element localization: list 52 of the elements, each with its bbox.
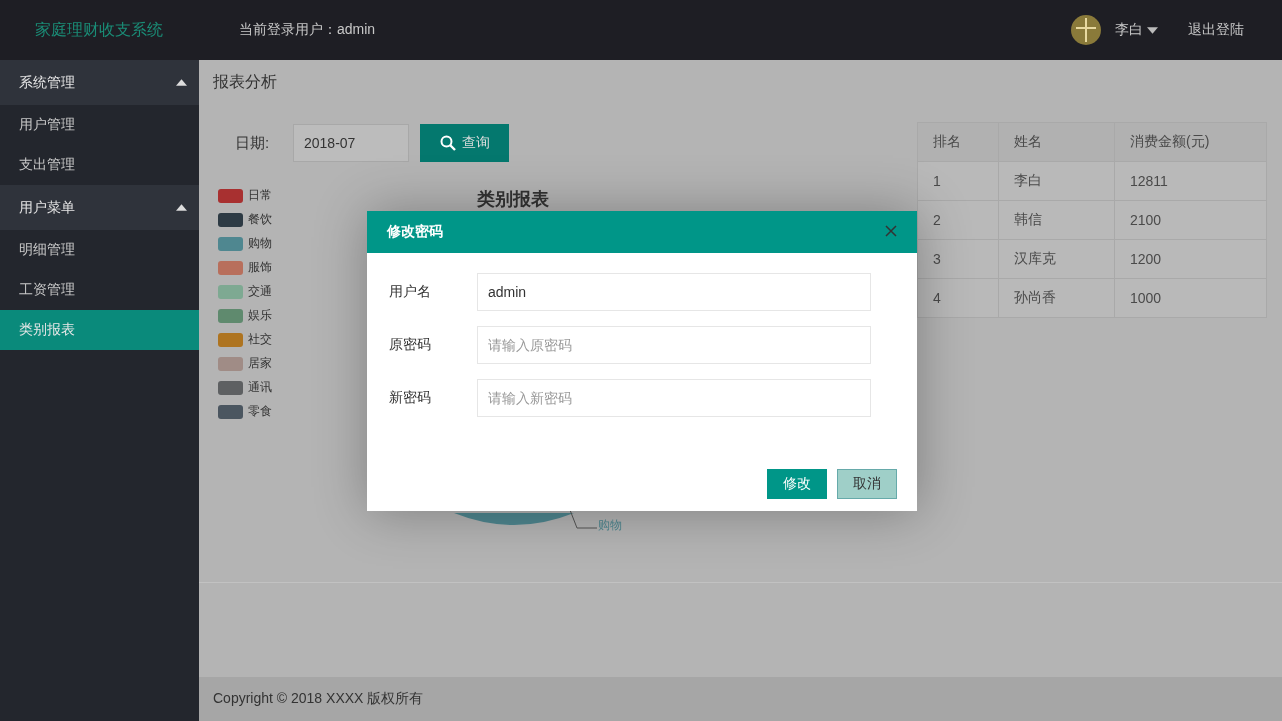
field-label: 用户名	[389, 283, 432, 301]
legend-label: 购物	[248, 235, 272, 252]
logout-link[interactable]: 退出登陆	[1188, 21, 1244, 39]
input-field[interactable]: 请输入原密码	[477, 326, 871, 364]
legend-label: 娱乐	[248, 307, 272, 324]
legend-label: 餐饮	[248, 211, 272, 228]
legend-label: 服饰	[248, 259, 272, 276]
breadcrumb: 报表分析	[212, 72, 278, 92]
table-cell: 孙尚香	[998, 278, 1115, 318]
legend-label: 社交	[248, 331, 272, 348]
caret-icon	[1147, 26, 1158, 34]
column-header: 消费金额(元)	[1114, 122, 1267, 162]
date-field[interactable]: 2018-07	[293, 124, 409, 162]
leader-line	[569, 510, 597, 530]
field-label: 新密码	[389, 389, 432, 407]
field-label: 原密码	[389, 336, 432, 354]
search-button[interactable]: 查询	[420, 124, 509, 162]
search-icon	[439, 135, 456, 151]
chart-title: 类别报表	[477, 188, 549, 211]
table-cell: 汉库克	[998, 239, 1115, 279]
table-cell: 2100	[1114, 200, 1267, 240]
slice-label: 购物	[598, 517, 622, 534]
sidebar-item[interactable]: 类别报表	[0, 310, 199, 350]
user-menu[interactable]: 李白	[1115, 21, 1158, 39]
legend-label: 居家	[248, 355, 272, 372]
table-cell: 李白	[998, 161, 1115, 201]
copyright-text: Copyright © 2018 XXXX 版权所有	[213, 690, 424, 708]
caret-icon	[176, 79, 187, 86]
column-header: 姓名	[998, 122, 1115, 162]
column-header: 排名	[917, 122, 999, 162]
input-field[interactable]: admin	[477, 273, 871, 311]
close-button[interactable]	[885, 225, 899, 239]
cancel-button[interactable]: 取消	[837, 469, 897, 499]
table-cell: 1200	[1114, 239, 1267, 279]
caret-icon	[176, 204, 187, 211]
table-cell: 1000	[1114, 278, 1267, 318]
submit-button[interactable]: 修改	[767, 469, 827, 499]
legend-label: 零食	[248, 403, 272, 420]
table-cell: 1	[917, 161, 999, 201]
legend-label: 通讯	[248, 379, 272, 396]
app-title: 家庭理财收支系统	[34, 19, 164, 40]
input-field[interactable]: 请输入新密码	[477, 379, 871, 417]
date-label: 日期:	[235, 133, 271, 153]
current-user-label: 当前登录用户：admin	[239, 21, 376, 39]
sidebar-group[interactable]: 系统管理	[0, 60, 199, 105]
legend-label: 交通	[248, 283, 272, 300]
legend-label: 日常	[248, 187, 272, 204]
dialog-title: 修改密码	[387, 223, 443, 241]
table-cell: 韩信	[998, 200, 1115, 240]
avatar[interactable]	[1071, 15, 1101, 45]
table-cell: 12811	[1114, 161, 1267, 201]
sidebar-group[interactable]: 用户菜单	[0, 185, 199, 230]
